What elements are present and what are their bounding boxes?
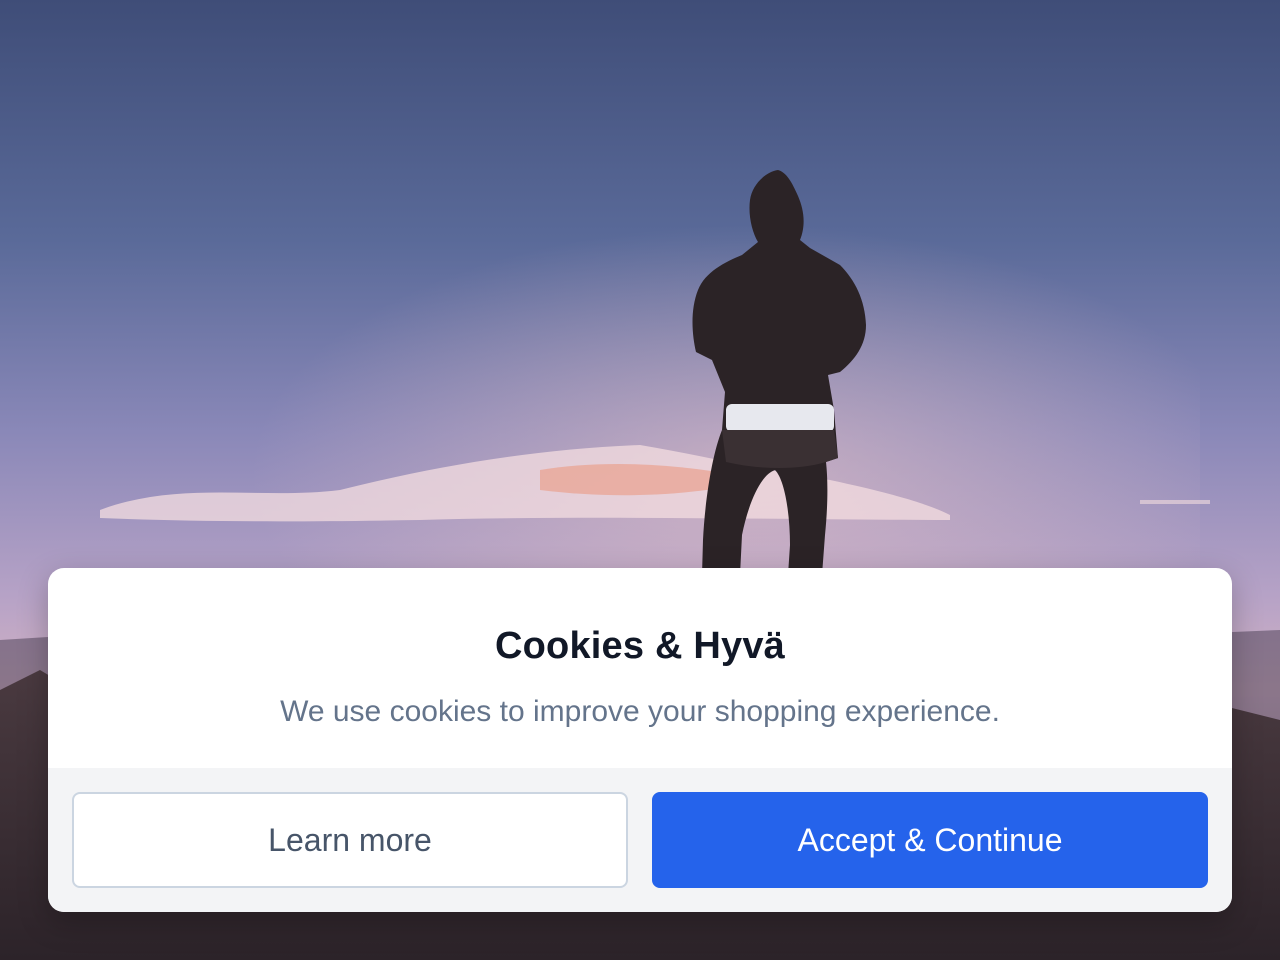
- cookie-modal-body: Cookies & Hyvä We use cookies to improve…: [48, 568, 1232, 768]
- cookie-consent-modal: Cookies & Hyvä We use cookies to improve…: [48, 568, 1232, 912]
- cookie-modal-message: We use cookies to improve your shopping …: [280, 695, 1000, 728]
- accept-continue-button[interactable]: Accept & Continue: [652, 792, 1208, 888]
- learn-more-button[interactable]: Learn more: [72, 792, 628, 888]
- cookie-modal-footer: Learn more Accept & Continue: [48, 768, 1232, 912]
- cookie-modal-title: Cookies & Hyvä: [494, 625, 786, 667]
